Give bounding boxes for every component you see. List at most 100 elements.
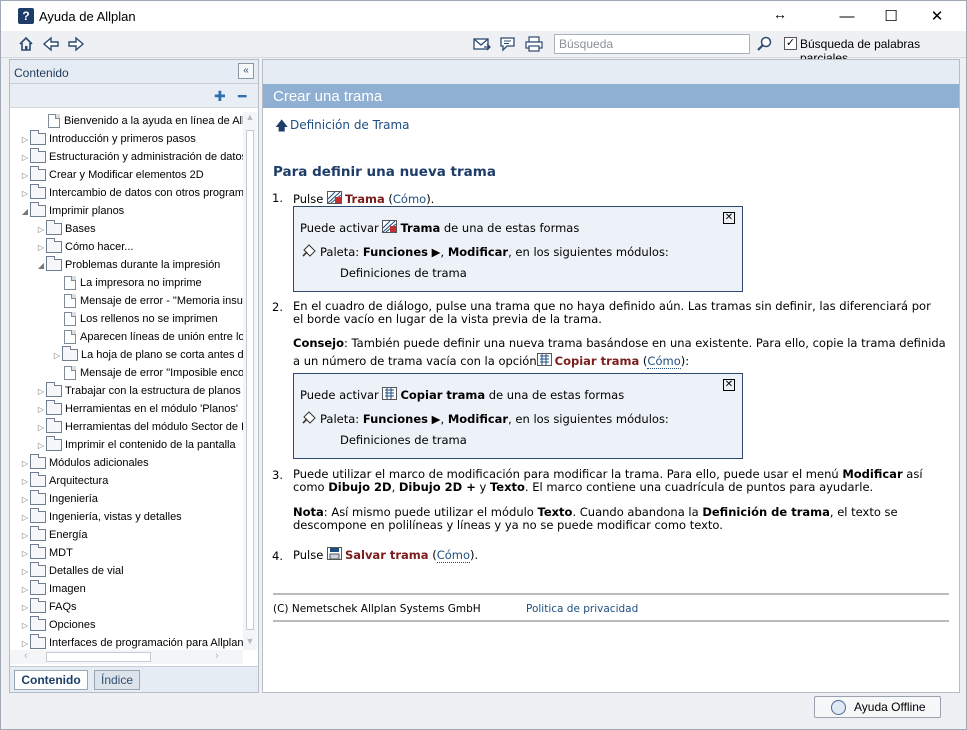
expand-arrow-icon[interactable]: ▷	[20, 549, 30, 558]
tab-index[interactable]: Índice	[94, 670, 140, 690]
expand-arrow-icon[interactable]: ▷	[20, 621, 30, 630]
tree-item[interactable]: ▷ Introducción y primeros pasos	[20, 130, 196, 148]
tree-item-label: Módulos adicionales	[49, 457, 149, 469]
scroll-thumb[interactable]	[246, 130, 254, 630]
home-icon[interactable]	[16, 35, 36, 53]
expand-arrow-icon[interactable]: ▷	[20, 513, 30, 522]
tree-item[interactable]: Los rellenos no se imprimen	[52, 310, 218, 328]
collapse-panel-icon[interactable]: «	[238, 63, 254, 79]
expand-arrow-icon[interactable]: ▷	[36, 423, 46, 432]
como-link-2[interactable]: Cómo	[647, 354, 681, 369]
close-box-icon[interactable]: ✕	[723, 212, 735, 224]
tree-item[interactable]: ▷ Energía	[20, 526, 88, 544]
scroll-down-icon[interactable]: ▼	[243, 636, 257, 650]
como-link-3[interactable]: Cómo	[436, 548, 471, 563]
tree-item[interactable]: ▷ FAQs	[20, 598, 77, 616]
tree-item[interactable]: ▷ Cómo hacer...	[36, 238, 133, 256]
expand-arrow-icon[interactable]: ▷	[20, 603, 30, 612]
maximize-button[interactable]: ☐	[868, 1, 914, 31]
tree-item[interactable]: Aparecen líneas de unión entre los	[52, 328, 243, 346]
expand-arrow-icon[interactable]: ▷	[36, 387, 46, 396]
tree-item[interactable]: ▷ La hoja de plano se corta antes de	[52, 346, 243, 364]
tree-item-label: Mensaje de error "Imposible encontrar"	[80, 367, 243, 379]
scroll-left-icon[interactable]: ‹	[24, 650, 28, 662]
tree-item[interactable]: Bienvenido a la ayuda en línea de Allpla…	[36, 112, 243, 130]
expand-arrow-icon[interactable]: ▷	[20, 567, 30, 576]
expand-arrow-icon[interactable]: ▷	[20, 135, 30, 144]
minimize-button[interactable]: —	[824, 1, 870, 31]
tree-horizontal-scrollbar[interactable]: ‹ ›	[10, 650, 243, 664]
expand-arrow-icon[interactable]: ▷	[36, 225, 46, 234]
tree-item[interactable]: ▷ Interfaces de programación para Allplan	[20, 634, 243, 650]
collapse-arrow-icon[interactable]: ◢	[20, 207, 30, 216]
tree-vertical-scrollbar[interactable]: ▲ ▼	[243, 112, 257, 650]
expand-arrow-icon[interactable]: ▷	[20, 171, 30, 180]
tree-item[interactable]: ▷ Imprimir el contenido de la pantalla	[36, 436, 236, 454]
globe-icon	[831, 700, 846, 715]
forward-arrow-icon[interactable]	[66, 35, 86, 53]
tree-item[interactable]: ▷ Imagen	[20, 580, 86, 598]
back-arrow-icon[interactable]	[41, 35, 61, 53]
tree-item[interactable]: ▷ Herramientas en el módulo 'Planos'	[36, 400, 238, 418]
expand-arrow-icon[interactable]: ▷	[20, 531, 30, 540]
tree-item[interactable]: ◢ Imprimir planos	[20, 202, 124, 220]
expand-arrow-icon[interactable]: ▷	[36, 243, 46, 252]
tree-item[interactable]: ▷ Opciones	[20, 616, 95, 634]
expand-arrow-icon[interactable]: ▷	[36, 441, 46, 450]
step-2-text: En el cuadro de diálogo, pulse una trama…	[293, 299, 931, 326]
trama-command-link[interactable]: Trama	[345, 192, 385, 206]
tab-contents[interactable]: Contenido	[14, 670, 88, 690]
expand-arrow-icon[interactable]: ▷	[20, 495, 30, 504]
tree-item-label: Detalles de vial	[49, 565, 124, 577]
expand-arrow-icon[interactable]: ▷	[20, 459, 30, 468]
tree-item[interactable]: Mensaje de error "Imposible encontrar"	[52, 364, 243, 382]
resize-arrows-icon[interactable]: ↔	[773, 6, 787, 22]
parent-topic-link[interactable]: Definición de Trama	[290, 118, 410, 132]
expand-arrow-icon[interactable]: ▷	[20, 585, 30, 594]
expand-arrow-icon[interactable]: ▷	[36, 405, 46, 414]
tree-item[interactable]: ▷ Arquitectura	[20, 472, 108, 490]
close-button[interactable]: ✕	[914, 1, 960, 31]
tree-item[interactable]: La impresora no imprime	[52, 274, 202, 292]
tree-item-label: Estructuración y administración de datos	[49, 151, 243, 163]
como-link-1[interactable]: Cómo	[392, 192, 427, 207]
tree-item[interactable]: Mensaje de error - "Memoria insuficiente…	[52, 292, 243, 310]
expand-arrow-icon[interactable]: ▷	[20, 189, 30, 198]
scroll-right-icon[interactable]: ›	[215, 650, 219, 662]
tree-item[interactable]: ▷ Ingeniería	[20, 490, 98, 508]
collapse-all-icon[interactable]: ━	[238, 88, 246, 105]
book-folder-icon	[30, 508, 46, 523]
horizontal-scroll-thumb[interactable]	[46, 652, 151, 662]
tree-item[interactable]: ▷ Bases	[36, 220, 96, 238]
collapse-arrow-icon[interactable]: ◢	[36, 261, 46, 270]
close-box-icon[interactable]: ✕	[723, 379, 735, 391]
tree-item[interactable]: ▷ Herramientas del módulo Sector de Plano	[36, 418, 243, 436]
expand-arrow-icon[interactable]: ▷	[52, 351, 62, 360]
tree-item[interactable]: ▷ MDT	[20, 544, 73, 562]
tree-item[interactable]: ◢ Problemas durante la impresión	[36, 256, 220, 274]
offline-help-button[interactable]: Ayuda Offline	[814, 696, 941, 718]
feedback-icon[interactable]	[498, 35, 518, 53]
tree-item[interactable]: ▷ Crear y Modificar elementos 2D	[20, 166, 204, 184]
tree-item[interactable]: ▷ Trabajar con la estructura de planos	[36, 382, 241, 400]
search-input[interactable]	[554, 34, 750, 54]
salvar-trama-link[interactable]: Salvar trama	[345, 548, 429, 562]
tree-item[interactable]: ▷ Módulos adicionales	[20, 454, 149, 472]
tree-item[interactable]: ▷ Detalles de vial	[20, 562, 124, 580]
expand-all-icon[interactable]: ✚	[214, 88, 226, 105]
tree-item[interactable]: ▷ Estructuración y administración de dato…	[20, 148, 243, 166]
print-icon[interactable]	[524, 35, 544, 53]
search-magnifier-icon[interactable]	[755, 35, 775, 53]
expand-arrow-icon[interactable]: ▷	[20, 153, 30, 162]
privacy-policy-link[interactable]: Politica de privacidad	[526, 603, 638, 615]
tree-item[interactable]: ▷ Intercambio de datos con otros programa…	[20, 184, 243, 202]
copiar-trama-link[interactable]: Copiar trama	[555, 354, 640, 368]
tree-item[interactable]: ▷ Ingeniería, vistas y detalles	[20, 508, 182, 526]
expand-arrow-icon[interactable]: ▷	[20, 639, 30, 648]
expand-arrow-icon[interactable]: ▷	[20, 477, 30, 486]
tree-item-label: La impresora no imprime	[80, 277, 202, 289]
email-icon[interactable]	[472, 35, 492, 53]
partial-search-checkbox[interactable]: ✓	[784, 37, 797, 50]
scroll-up-icon[interactable]: ▲	[243, 112, 257, 126]
up-arrow-icon[interactable]: 🡅	[275, 117, 288, 139]
